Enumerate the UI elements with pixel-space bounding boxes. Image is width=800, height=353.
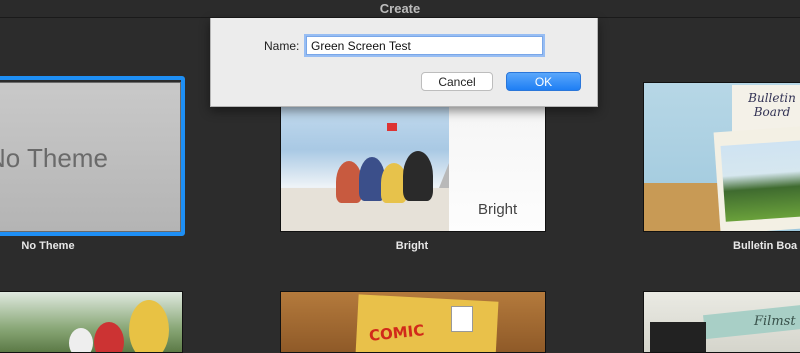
cancel-button[interactable]: Cancel [421,72,493,91]
ok-button[interactable]: OK [506,72,581,91]
theme-label-bright: Bright [395,240,429,252]
window-titlebar: Create [0,0,800,18]
theme-thumb-bottom-1[interactable] [0,291,183,353]
comic-card [355,294,499,352]
theme-thumb-bulletin-board[interactable]: Bulletin Board [643,82,800,232]
theme-label-no-theme: No Theme [21,240,75,252]
filmstrip-thumb-text: Filmst [754,314,796,329]
bulletin-thumb-text: Bulletin Board [748,91,796,119]
name-dialog: Name: Cancel OK [210,18,598,107]
person [129,300,169,352]
cork-board [644,183,724,231]
no-theme-thumb-text: No Theme [0,143,108,173]
flag [387,123,397,131]
bright-thumb-text: Bright [478,201,518,218]
theme-label-bulletin-board: Bulletin Boa [733,240,798,252]
theme-thumb-filmstrip[interactable]: Filmst [643,291,800,353]
person [69,328,93,352]
theme-thumb-comic-book[interactable]: COMIC [280,291,546,353]
person [403,151,433,201]
theme-thumb-no-theme[interactable]: No Theme [0,82,181,232]
name-input[interactable] [306,36,543,55]
apple-stamp [451,306,473,332]
pinned-photo [713,125,800,231]
person [94,322,124,352]
window-title: Create [379,1,421,16]
name-label: Name: [264,39,300,53]
